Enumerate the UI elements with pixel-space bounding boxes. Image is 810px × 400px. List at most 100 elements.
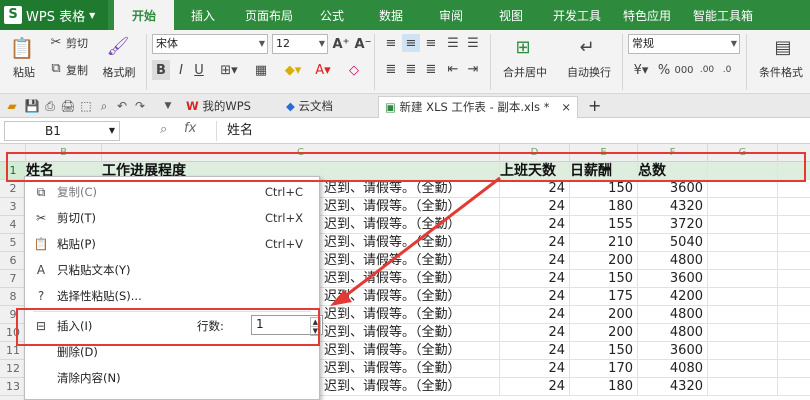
indent-decrease-icon[interactable]: ⇤ [444,60,462,78]
align-top-icon[interactable]: ≡ [382,34,400,52]
merge-center-button[interactable]: 合并居中 [496,64,554,80]
conditional-format-button[interactable]: 条件格式 [752,64,810,80]
indent-increase-icon[interactable]: ⇥ [464,60,482,78]
font-grow-icon[interactable]: A⁺ [332,34,350,54]
cell-empty[interactable] [708,270,778,288]
wrap-text-icon[interactable]: ↵ [574,34,600,60]
menu-item-paste-special[interactable]: ? 选择性粘贴(S)... [25,283,319,309]
tab-home[interactable]: 开始 [114,0,174,30]
copy-icon[interactable]: ⧉ [48,60,64,76]
app-menu-button[interactable]: S WPS 表格 ▼ [0,0,108,30]
cell-pay[interactable]: 180 [570,378,638,396]
cell-days[interactable]: 24 [500,216,570,234]
decrease-decimal-icon[interactable]: .0 [718,60,736,80]
tab-data[interactable]: 数据 [368,0,414,30]
align-justify-icon[interactable]: ≣ [382,60,400,78]
close-icon[interactable]: × [561,97,571,117]
function-icon[interactable]: fx [184,121,196,136]
tab-toolbox[interactable]: 智能工具箱 [684,0,762,30]
tab-my-wps[interactable]: W 我的WPS [180,96,264,118]
cell-days[interactable]: 24 [500,288,570,306]
cell-days[interactable]: 24 [500,270,570,288]
cell-days[interactable]: 24 [500,198,570,216]
tab-cloud-docs[interactable]: ◆ 云文档 [280,96,366,118]
clear-format-icon[interactable]: ◇ [342,60,366,80]
cell-total[interactable]: 4080 [638,360,708,378]
cell-days[interactable]: 24 [500,306,570,324]
increase-decimal-icon[interactable]: .00 [698,60,716,80]
cell-pay[interactable]: 150 [570,270,638,288]
cell-days[interactable]: 24 [500,360,570,378]
cell-empty[interactable] [708,234,778,252]
border-icon[interactable]: ⊞▾ [216,60,242,80]
cell-total[interactable]: 4800 [638,252,708,270]
thousands-icon[interactable]: 000 [674,60,693,80]
format-painter-icon[interactable]: 🖌 [104,32,132,60]
cell-total[interactable]: 4800 [638,306,708,324]
paste-icon[interactable]: 📋 [8,34,36,62]
export-pdf-icon[interactable]: ⬚ [78,98,94,114]
cell-pay[interactable]: 200 [570,252,638,270]
cell-total[interactable]: 5040 [638,234,708,252]
redo-icon[interactable]: ↷ [132,98,148,114]
cell-empty[interactable] [708,360,778,378]
find-icon[interactable]: ⌕ [96,98,112,114]
format-painter-button[interactable]: 格式刷 [98,64,140,80]
number-format-select[interactable]: 常规 ▼ [628,34,740,54]
cell-pay[interactable]: 150 [570,180,638,198]
cell-pay[interactable]: 200 [570,324,638,342]
save-icon[interactable]: 💾 [24,98,40,114]
align-left-icon[interactable]: ☰ [444,34,462,52]
print-preview-icon[interactable]: ⎙ [42,98,58,114]
cell-total[interactable]: 4200 [638,288,708,306]
cell-pay[interactable]: 155 [570,216,638,234]
underline-icon[interactable]: U [192,60,206,80]
tab-review[interactable]: 审阅 [428,0,474,30]
new-tab-button[interactable]: + [582,96,602,118]
cell-pay[interactable]: 175 [570,288,638,306]
menu-item-clear[interactable]: 清除内容(N) [25,365,319,391]
font-color-icon[interactable]: A▾ [310,60,336,80]
cell-total[interactable]: 3720 [638,216,708,234]
align-middle-icon[interactable]: ≡ [402,34,420,52]
font-name-select[interactable]: 宋体 ▼ [152,34,268,54]
cell-pay[interactable]: 200 [570,306,638,324]
align-right-icon[interactable]: ≣ [422,60,440,78]
cell-total[interactable]: 4320 [638,378,708,396]
tab-features[interactable]: 特色应用 [616,0,678,30]
tab-view[interactable]: 视图 [488,0,534,30]
cell-total[interactable]: 4800 [638,324,708,342]
cell-days[interactable]: 24 [500,378,570,396]
copy-button[interactable]: 复制 [66,62,96,78]
tab-developer[interactable]: 开发工具 [544,0,610,30]
tab-insert[interactable]: 插入 [180,0,226,30]
cell-days[interactable]: 24 [500,324,570,342]
menu-item-paste[interactable]: 📋 粘贴(P) Ctrl+V [25,231,319,257]
wrap-text-button[interactable]: 自动换行 [560,64,618,80]
print-icon[interactable]: 🖨 [60,98,76,114]
cell-pay[interactable]: 170 [570,360,638,378]
cell-empty[interactable] [708,378,778,396]
cell-pay[interactable]: 150 [570,342,638,360]
cell-days[interactable]: 24 [500,342,570,360]
tab-page-layout[interactable]: 页面布局 [236,0,302,30]
cell-total[interactable]: 3600 [638,342,708,360]
menu-item-paste-text[interactable]: A 只粘贴文本(Y) [25,257,319,283]
bold-icon[interactable]: B [152,60,170,80]
merge-center-icon[interactable]: ⊞ [510,34,536,60]
menu-item-copy[interactable]: ⧉ 复制(C) Ctrl+C [25,179,319,205]
name-box[interactable]: B1 ▼ [4,121,120,141]
menu-item-cut[interactable]: ✂ 剪切(T) Ctrl+X [25,205,319,231]
cell-days[interactable]: 24 [500,180,570,198]
cell-empty[interactable] [708,324,778,342]
cell-empty[interactable] [708,216,778,234]
cell-empty[interactable] [708,288,778,306]
tab-formula[interactable]: 公式 [310,0,354,30]
cell-total[interactable]: 4320 [638,198,708,216]
percent-icon[interactable]: % [656,60,672,80]
cell-days[interactable]: 24 [500,252,570,270]
cell-pay[interactable]: 180 [570,198,638,216]
paste-button[interactable]: 粘贴 [4,64,44,80]
font-shrink-icon[interactable]: A⁻ [354,34,372,54]
conditional-format-icon[interactable]: ▤ [770,34,796,60]
